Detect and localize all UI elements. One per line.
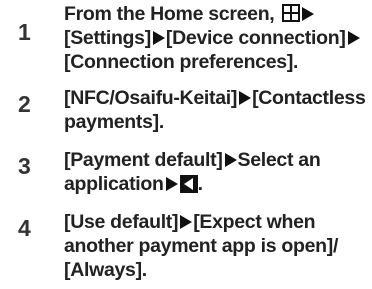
step-text-segment: [Payment default] bbox=[64, 149, 223, 171]
apps-icon bbox=[281, 4, 300, 22]
step-text-segment: From the Home screen, bbox=[64, 3, 280, 25]
arrow-icon bbox=[165, 177, 178, 191]
step-line: [Settings] [Device connection] bbox=[64, 26, 364, 50]
step-text-segment: [Expect when bbox=[193, 211, 316, 233]
step-line: [Always]. bbox=[64, 258, 364, 282]
step-number: 3 bbox=[18, 153, 31, 179]
arrow-icon bbox=[180, 215, 193, 229]
step-text: [Use default] [Expect when another paymen… bbox=[64, 210, 364, 282]
step-text: [Payment default] Select an application. bbox=[64, 148, 364, 196]
step-line: [Payment default] Select an bbox=[64, 148, 364, 172]
step-line: application. bbox=[64, 172, 364, 196]
arrow-icon bbox=[347, 31, 360, 45]
step-text-segment: [Use default] bbox=[64, 211, 179, 233]
step-number: 1 bbox=[18, 19, 31, 45]
step-text-segment: Select an bbox=[237, 149, 321, 171]
steps-list: 1 From the Home screen, [Settings] [Devic… bbox=[0, 0, 372, 289]
arrow-icon bbox=[301, 7, 314, 21]
arrow-icon bbox=[239, 91, 252, 105]
arrow-icon bbox=[152, 31, 165, 45]
step-line: [Use default] [Expect when bbox=[64, 210, 364, 234]
step-line: [Connection preferences]. bbox=[64, 50, 364, 74]
step-text-segment: [Contactless bbox=[252, 87, 366, 109]
step-text-segment: another payment app is open]/ bbox=[64, 235, 339, 257]
step-line: another payment app is open]/ bbox=[64, 234, 364, 258]
step-line: payments]. bbox=[64, 110, 364, 134]
step-line: [NFC/Osaifu-Keitai] [Contactless bbox=[64, 86, 366, 110]
step-text-segment: [Settings] bbox=[64, 27, 151, 49]
step-text-segment: payments]. bbox=[64, 111, 164, 133]
step-text: [NFC/Osaifu-Keitai] [Contactless payments… bbox=[64, 86, 366, 134]
step-number: 2 bbox=[18, 91, 31, 117]
step-text-segment: [Always]. bbox=[64, 259, 147, 281]
step-text: From the Home screen, [Settings] [Device … bbox=[64, 2, 364, 74]
back-icon bbox=[179, 175, 198, 193]
step-text-segment: [NFC/Osaifu-Keitai] bbox=[64, 87, 238, 109]
step-text-segment: application bbox=[64, 173, 164, 195]
step-text-segment: [Connection preferences]. bbox=[64, 51, 299, 73]
step-text-segment: . bbox=[197, 173, 203, 195]
step-line: From the Home screen, bbox=[64, 2, 364, 26]
arrow-icon bbox=[224, 153, 237, 167]
step-number: 4 bbox=[18, 215, 31, 241]
step-text-segment: [Device connection] bbox=[165, 27, 346, 49]
